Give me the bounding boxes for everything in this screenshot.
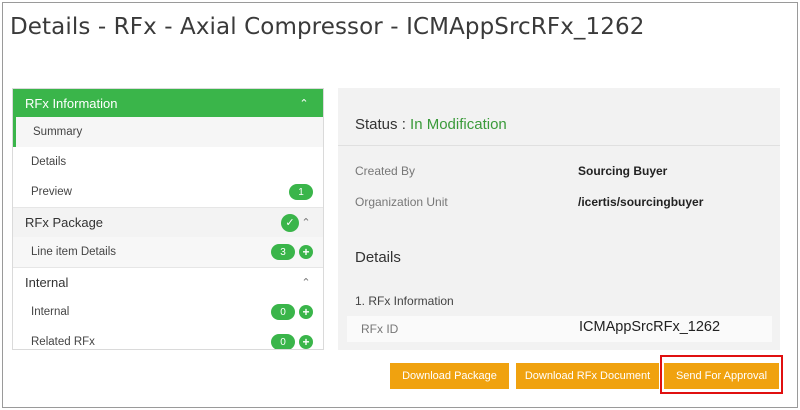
sidebar-item-label: Internal [31,306,70,318]
sidebar-item-label: Related RFx [31,336,95,348]
sidebar-section-rfx-information[interactable]: RFx Information ⌃ [13,89,323,117]
sidebar-section-internal[interactable]: Internal ⌃ [13,267,323,297]
count-badge: 1 [289,184,313,200]
org-unit-value: /icertis/sourcingbuyer [578,195,704,209]
divider [338,145,780,146]
created-by-label: Created By [355,164,416,178]
count-badge: 0 [271,304,295,320]
sidebar-item-label: Line item Details [31,246,117,258]
org-unit-label: Organization Unit [355,195,448,209]
sidebar-item-preview[interactable]: Preview 1 [13,177,323,207]
page-title: Details - RFx - Axial Compressor - ICMAp… [10,14,645,40]
sidebar-section-label: RFx Information [25,95,118,111]
send-for-approval-button[interactable]: Send For Approval [664,363,779,389]
sidebar-section-rfx-package[interactable]: RFx Package ✓ ⌃ [13,207,323,237]
status-label: Status : [355,116,406,133]
status-row: Status : In Modification [355,116,507,133]
plus-circle-icon[interactable]: + [299,245,313,259]
sidebar-item-details[interactable]: Details [13,147,323,177]
chevron-up-icon[interactable]: ⌃ [297,97,311,110]
section-title: 1. RFx Information [355,294,454,308]
sidebar: RFx Information ⌃ Summary Details Previe… [12,88,324,350]
sidebar-item-line-item-details[interactable]: Line item Details 3 + [13,237,323,267]
sidebar-item-summary[interactable]: Summary [13,117,323,147]
sidebar-section-label: Internal [25,275,69,290]
chevron-up-icon[interactable]: ⌃ [299,216,313,229]
sidebar-section-label: RFx Package [25,215,104,230]
sidebar-item-internal[interactable]: Internal 0 + [13,297,323,327]
rfx-id-value: ICMAppSrcRFx_1262 [579,319,721,335]
plus-circle-icon[interactable]: + [299,335,313,349]
details-heading: Details [355,249,401,266]
count-badge: 3 [271,244,295,260]
plus-circle-icon[interactable]: + [299,305,313,319]
rfx-id-label: RFx ID [361,322,399,336]
sidebar-item-label: Summary [33,126,83,138]
status-value: In Modification [410,116,507,133]
count-badge: 0 [271,334,295,349]
sidebar-item-label: Preview [31,186,72,198]
download-package-button[interactable]: Download Package [390,363,509,389]
sidebar-item-label: Details [31,156,67,168]
chevron-up-icon[interactable]: ⌃ [299,276,313,289]
sidebar-item-related-rfx[interactable]: Related RFx 0 + [13,327,323,349]
created-by-value: Sourcing Buyer [578,164,668,178]
rfx-id-row: RFx ID ICMAppSrcRFx_1262 [347,316,772,342]
check-circle-icon: ✓ [281,213,299,232]
download-rfx-document-button[interactable]: Download RFx Document [516,363,659,389]
main-panel: Status : In Modification Created By Sour… [338,88,780,350]
